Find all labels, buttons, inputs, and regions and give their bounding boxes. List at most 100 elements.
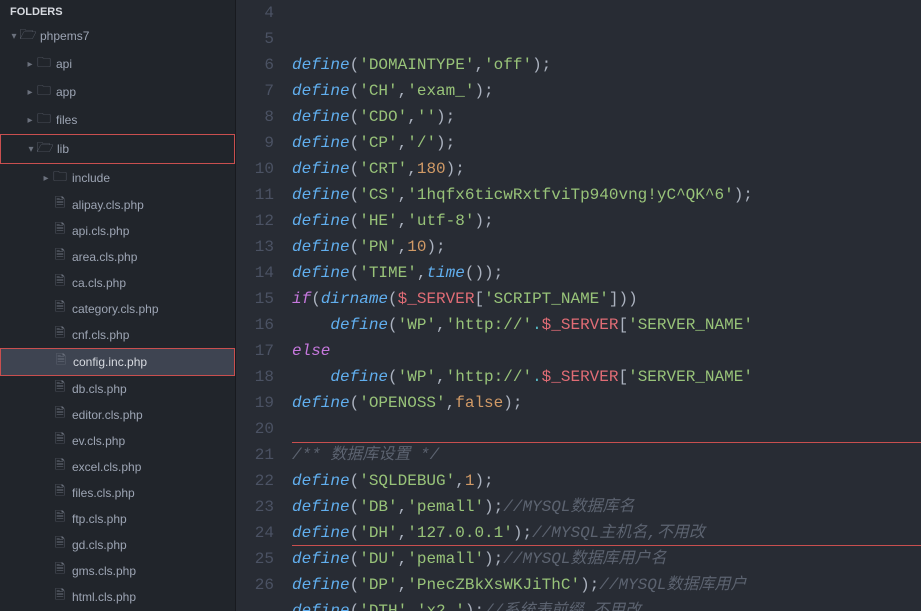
folder-icon xyxy=(52,166,68,190)
code-line[interactable]: define('DH','127.0.0.1');//MYSQL主机名,不用改 xyxy=(292,520,921,546)
line-number: 6 xyxy=(236,52,274,78)
code-line[interactable]: define('DU','pemall');//MYSQL数据库用户名 xyxy=(292,546,921,572)
token-punct: , xyxy=(398,550,408,568)
tree-item-label: phpems7 xyxy=(40,29,89,43)
token-comment: //MYSQL数据库名 xyxy=(503,498,634,516)
code-line[interactable]: define('SQLDEBUG',1); xyxy=(292,468,921,494)
file-item[interactable]: alipay.cls.php xyxy=(0,192,235,218)
token-fn: define xyxy=(330,316,388,334)
code-line[interactable]: /** 数据库设置 */ xyxy=(292,442,921,468)
file-item[interactable]: category.cls.php xyxy=(0,296,235,322)
file-icon xyxy=(52,246,68,268)
file-item[interactable]: ca.cls.php xyxy=(0,270,235,296)
code-line[interactable]: define('CS','1hqfx6ticwRxtfviTp940vng!yC… xyxy=(292,182,921,208)
code-area[interactable]: define('DOMAINTYPE','off');define('CH','… xyxy=(292,0,921,611)
file-item[interactable]: ev.cls.php xyxy=(0,428,235,454)
folder-item[interactable]: app xyxy=(0,78,235,106)
token-fn: define xyxy=(292,56,350,74)
token-fn: define xyxy=(330,368,388,386)
code-line[interactable]: else xyxy=(292,338,921,364)
token-str: 'http://' xyxy=(446,368,532,386)
disclosure-icon[interactable] xyxy=(24,59,36,70)
token-punct: ()); xyxy=(465,264,503,282)
code-line[interactable]: define('DOMAINTYPE','off'); xyxy=(292,52,921,78)
code-line[interactable]: define('WP','http://'.$_SERVER['SERVER_N… xyxy=(292,312,921,338)
token-var: $_SERVER xyxy=(398,290,475,308)
code-line[interactable] xyxy=(292,416,921,442)
token-punct: ); xyxy=(484,550,503,568)
file-tree[interactable]: phpems7 apiappfiles lib includealipay.cls.p… xyxy=(0,22,235,611)
disclosure-icon[interactable] xyxy=(40,173,52,184)
folder-icon xyxy=(36,80,52,104)
code-line[interactable]: define('CRT',180); xyxy=(292,156,921,182)
file-item[interactable]: html.cls.php xyxy=(0,584,235,610)
file-item[interactable]: area.cls.php xyxy=(0,244,235,270)
folder-item[interactable]: include xyxy=(0,164,235,192)
folder-item[interactable]: lib xyxy=(1,135,234,163)
token-punct: , xyxy=(398,82,408,100)
token-fn: time xyxy=(426,264,464,282)
token-str: 'TIME' xyxy=(359,264,417,282)
code-line[interactable]: define('PN',10); xyxy=(292,234,921,260)
disclosure-icon[interactable] xyxy=(25,144,37,155)
file-icon xyxy=(52,482,68,504)
file-item[interactable]: cnf.cls.php xyxy=(0,322,235,348)
tree-item-label: gms.cls.php xyxy=(72,564,136,578)
tree-item-label: ftp.cls.php xyxy=(72,512,127,526)
line-number: 18 xyxy=(236,364,274,390)
file-item[interactable]: ftp.cls.php xyxy=(0,506,235,532)
line-number: 12 xyxy=(236,208,274,234)
code-editor[interactable]: 4567891011121314151617181920212223242526… xyxy=(236,0,921,611)
token-str: 'PN' xyxy=(359,238,397,256)
code-line[interactable]: define('DB','pemall');//MYSQL数据库名 xyxy=(292,494,921,520)
code-line[interactable]: define('TIME',time()); xyxy=(292,260,921,286)
token-punct: ); xyxy=(446,160,465,178)
folder-sidebar[interactable]: FOLDERS phpems7apiappfileslibincludealip… xyxy=(0,0,236,611)
token-str: '/' xyxy=(407,134,436,152)
file-icon xyxy=(52,404,68,426)
disclosure-icon[interactable] xyxy=(8,31,20,42)
code-line[interactable]: define('CH','exam_'); xyxy=(292,78,921,104)
code-line[interactable]: define('HE','utf-8'); xyxy=(292,208,921,234)
line-number: 13 xyxy=(236,234,274,260)
line-number: 23 xyxy=(236,494,274,520)
token-str: 'SCRIPT_NAME' xyxy=(484,290,609,308)
file-item[interactable]: config.inc.php xyxy=(1,349,234,375)
code-line[interactable]: if(dirname($_SERVER['SCRIPT_NAME'])) xyxy=(292,286,921,312)
disclosure-icon[interactable] xyxy=(24,115,36,126)
line-number: 21 xyxy=(236,442,274,468)
tree-item-label: lib xyxy=(57,142,69,156)
code-line[interactable]: define('CDO',''); xyxy=(292,104,921,130)
file-item[interactable]: files.cls.php xyxy=(0,480,235,506)
file-item[interactable]: editor.cls.php xyxy=(0,402,235,428)
token-punct: ); xyxy=(436,108,455,126)
line-number: 15 xyxy=(236,286,274,312)
file-item[interactable]: api.cls.php xyxy=(0,218,235,244)
token-punct: , xyxy=(398,498,408,516)
token-str: 'PnecZBkXsWKJiThC' xyxy=(407,576,580,594)
token-fn: define xyxy=(292,134,350,152)
code-line[interactable]: define('DTH','x2_');//系统表前缀,不用改 xyxy=(292,598,921,611)
code-line[interactable]: define('OPENOSS',false); xyxy=(292,390,921,416)
folder-item[interactable]: api xyxy=(0,50,235,78)
file-item[interactable]: excel.cls.php xyxy=(0,454,235,480)
token-punct: , xyxy=(398,134,408,152)
file-item[interactable]: gms.cls.php xyxy=(0,558,235,584)
folder-item[interactable]: phpems7 xyxy=(0,22,235,50)
token-str: 'CRT' xyxy=(359,160,407,178)
token-punct: ); xyxy=(474,212,493,230)
code-line[interactable]: define('CP','/'); xyxy=(292,130,921,156)
code-line[interactable]: define('WP','http://'.$_SERVER['SERVER_N… xyxy=(292,364,921,390)
folder-item[interactable]: files xyxy=(0,106,235,134)
token-punct: , xyxy=(398,576,408,594)
file-icon xyxy=(52,586,68,608)
token-fn: dirname xyxy=(321,290,388,308)
code-line[interactable]: define('DP','PnecZBkXsWKJiThC');//MYSQL数… xyxy=(292,572,921,598)
token-punct: ( xyxy=(350,550,360,568)
disclosure-icon[interactable] xyxy=(24,87,36,98)
file-item[interactable]: gd.cls.php xyxy=(0,532,235,558)
file-item[interactable]: db.cls.php xyxy=(0,376,235,402)
file-icon xyxy=(52,430,68,452)
token-punct: ( xyxy=(350,186,360,204)
line-number: 16 xyxy=(236,312,274,338)
